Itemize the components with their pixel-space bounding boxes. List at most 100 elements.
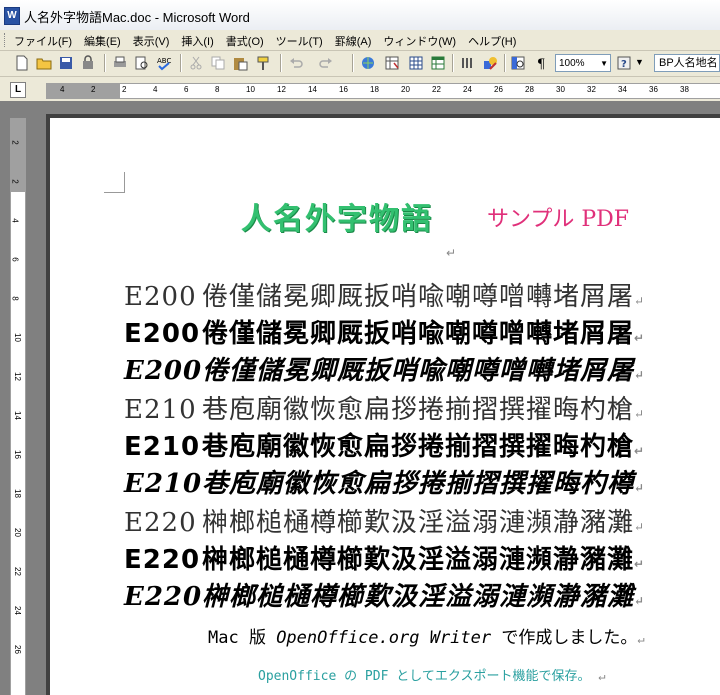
document-map-icon[interactable] <box>510 55 526 71</box>
glyph-row[interactable]: E210巷庖廟徽恢愈扁拶捲揃摺撰擢晦杓槍↵ <box>124 426 645 463</box>
paragraph-mark: ↵ <box>637 632 645 646</box>
paragraph-mark: ↵ <box>634 444 646 458</box>
glyph-chars: 榊榔槌樋樽櫛歎汲淫溢溺漣瀕瀞瀦灘 <box>202 545 635 575</box>
word-app-icon[interactable]: W <box>4 7 20 25</box>
paragraph-mark: ↵ <box>634 520 646 534</box>
new-icon[interactable] <box>14 55 30 71</box>
ruler-label: 14 <box>308 85 317 94</box>
tab-selector[interactable]: L <box>10 82 26 98</box>
toolbar-separator <box>452 54 454 72</box>
ruler-label: 38 <box>680 85 689 94</box>
columns-icon[interactable] <box>460 55 476 71</box>
toolbar-separator <box>280 54 282 72</box>
ruler-label: 4 <box>10 218 20 223</box>
menu-file[interactable]: ファイル(F) <box>12 32 74 50</box>
cut-icon[interactable] <box>188 55 204 71</box>
show-hide-icon[interactable]: ¶ <box>534 55 550 71</box>
glyph-chars: 巷庖廟徽恢愈扁拶捲揃摺撰擢晦杓槍 <box>202 432 635 462</box>
ruler-row: L 4 2 2 4 6 8 10 12 14 16 18 20 22 24 26 28 30 32 34 36 38 <box>0 77 720 101</box>
ruler-label: 34 <box>618 85 627 94</box>
drawing-icon[interactable] <box>482 55 498 71</box>
title-bar: W 人名外字物語Mac.doc - Microsoft Word <box>0 0 720 31</box>
creation-note[interactable]: Mac 版 OpenOffice.org Writer で作成しました。↵ <box>208 623 645 648</box>
ruler-label: 32 <box>587 85 596 94</box>
paste-icon[interactable] <box>232 55 248 71</box>
document-subtitle[interactable]: サンプル PDF <box>487 201 629 233</box>
menu-view[interactable]: 表示(V) <box>131 32 172 50</box>
export-note[interactable]: OpenOffice の PDF としてエクスポート機能で保存。 ↵ <box>258 665 606 684</box>
style-dropdown[interactable]: BP人名地名 <box>654 54 720 72</box>
glyph-row[interactable]: E220榊榔槌樋樽櫛歎汲淫溢溺漣瀕瀞瀦灘↵ <box>124 502 645 539</box>
horizontal-ruler[interactable]: 4 2 2 4 6 8 10 12 14 16 18 20 22 24 26 28 30 32 34 36 38 <box>46 83 720 99</box>
ruler-label: 36 <box>649 85 658 94</box>
paragraph-mark: ↵ <box>634 331 646 345</box>
ruler-label: 4 <box>60 85 65 94</box>
glyph-chars: 倦僅儲冕卿厩扳哨喩嘲噂噌囀堵屑屠 <box>202 356 635 386</box>
print-preview-icon[interactable] <box>134 55 150 71</box>
menu-window[interactable]: ウィンドウ(W) <box>381 32 458 50</box>
menu-tools[interactable]: ツール(T) <box>274 32 325 50</box>
menu-table[interactable]: 罫線(A) <box>333 32 374 50</box>
ruler-label: 10 <box>12 333 22 342</box>
permission-icon[interactable] <box>80 55 96 71</box>
insert-table-icon[interactable] <box>408 55 424 71</box>
glyph-code: E210 <box>124 432 201 462</box>
hyperlink-icon[interactable] <box>360 55 376 71</box>
ruler-label: 8 <box>10 296 20 301</box>
paragraph-mark: ↵ <box>634 294 646 308</box>
open-icon[interactable] <box>36 55 52 71</box>
glyph-row[interactable]: E220榊榔槌樋樽櫛歎汲淫溢溺漣瀕瀞瀦灘↵ <box>124 539 645 576</box>
glyph-code: E200 <box>124 356 203 386</box>
ruler-label: 26 <box>12 645 22 654</box>
help-icon[interactable]: ? <box>616 55 632 71</box>
glyph-row[interactable]: E210巷庖廟徽恢愈扁拶捲揃摺撰擢晦杓槍↵ <box>124 389 645 426</box>
copy-icon[interactable] <box>210 55 226 71</box>
glyph-row[interactable]: E200倦僅儲冕卿厩扳哨喩嘲噂噌囀堵屑屠↵ <box>124 350 645 387</box>
menu-format[interactable]: 書式(O) <box>224 32 266 50</box>
paragraph-mark: ↵ <box>634 557 646 571</box>
glyph-chars: 倦僅儲冕卿厩扳哨喩嘲噂噌囀堵屑屠 <box>202 282 635 312</box>
spelling-icon[interactable]: ABC <box>156 55 172 71</box>
ruler-label: 20 <box>401 85 410 94</box>
paragraph-mark: ↵ <box>634 594 646 608</box>
glyph-row[interactable]: E210巷庖廟徽恢愈扁拶捲揃摺撰擢晦杓樽↵ <box>124 463 645 500</box>
ruler-label: 6 <box>10 257 20 262</box>
menu-items: ファイル(F) 編集(E) 表示(V) 挿入(I) 書式(O) ツール(T) 罫… <box>12 32 518 50</box>
redo-icon[interactable] <box>318 55 334 71</box>
zoom-dropdown[interactable]: 100% ▼ <box>555 54 611 72</box>
note-app-name: OpenOffice.org Writer <box>276 628 492 648</box>
svg-text:?: ? <box>621 59 627 70</box>
glyph-chars: 巷庖廟徽恢愈扁拶捲揃摺撰擢晦杓樽 <box>202 469 635 499</box>
paragraph-mark: ↵ <box>446 246 457 260</box>
print-icon[interactable] <box>112 55 128 71</box>
insert-excel-icon[interactable] <box>430 55 446 71</box>
ruler-label: 12 <box>12 372 22 381</box>
toolbar-options-icon[interactable]: ▼ <box>635 57 644 67</box>
ruler-label: 28 <box>525 85 534 94</box>
menu-edit[interactable]: 編集(E) <box>82 32 123 50</box>
document-title[interactable]: 人名外字物語 <box>241 194 433 238</box>
ruler-label: 24 <box>463 85 472 94</box>
save-icon[interactable] <box>58 55 74 71</box>
glyph-row[interactable]: E200倦僅儲冕卿厩扳哨喩嘲噂噌囀堵屑屠↵ <box>124 313 645 350</box>
ruler-label: 16 <box>12 450 22 459</box>
tables-borders-icon[interactable] <box>384 55 400 71</box>
menu-grip-handle[interactable] <box>4 33 8 47</box>
undo-icon[interactable] <box>288 55 304 71</box>
ruler-label: 2 <box>91 85 96 94</box>
menu-insert[interactable]: 挿入(I) <box>179 32 215 50</box>
ruler-label: 10 <box>246 85 255 94</box>
ruler-label: 8 <box>215 85 220 94</box>
menu-bar: ファイル(F) 編集(E) 表示(V) 挿入(I) 書式(O) ツール(T) 罫… <box>0 30 720 51</box>
glyph-row[interactable]: E220榊榔槌樋樽櫛歎汲淫溢溺漣瀕瀞瀦灘↵ <box>124 576 645 613</box>
menu-help[interactable]: ヘルプ(H) <box>466 32 518 50</box>
chevron-down-icon[interactable]: ▼ <box>600 55 608 73</box>
ruler-label: 18 <box>370 85 379 94</box>
text-boundary-corner <box>104 172 125 193</box>
paragraph-mark: ↵ <box>634 481 646 495</box>
ruler-label: 16 <box>339 85 348 94</box>
glyph-code: E200 <box>124 282 197 312</box>
vertical-ruler[interactable]: 2 2 4 6 8 10 12 14 16 18 20 22 24 26 <box>10 118 26 695</box>
format-painter-icon[interactable] <box>256 55 272 71</box>
glyph-row[interactable]: E200倦僅儲冕卿厩扳哨喩嘲噂噌囀堵屑屠↵ <box>124 276 645 313</box>
